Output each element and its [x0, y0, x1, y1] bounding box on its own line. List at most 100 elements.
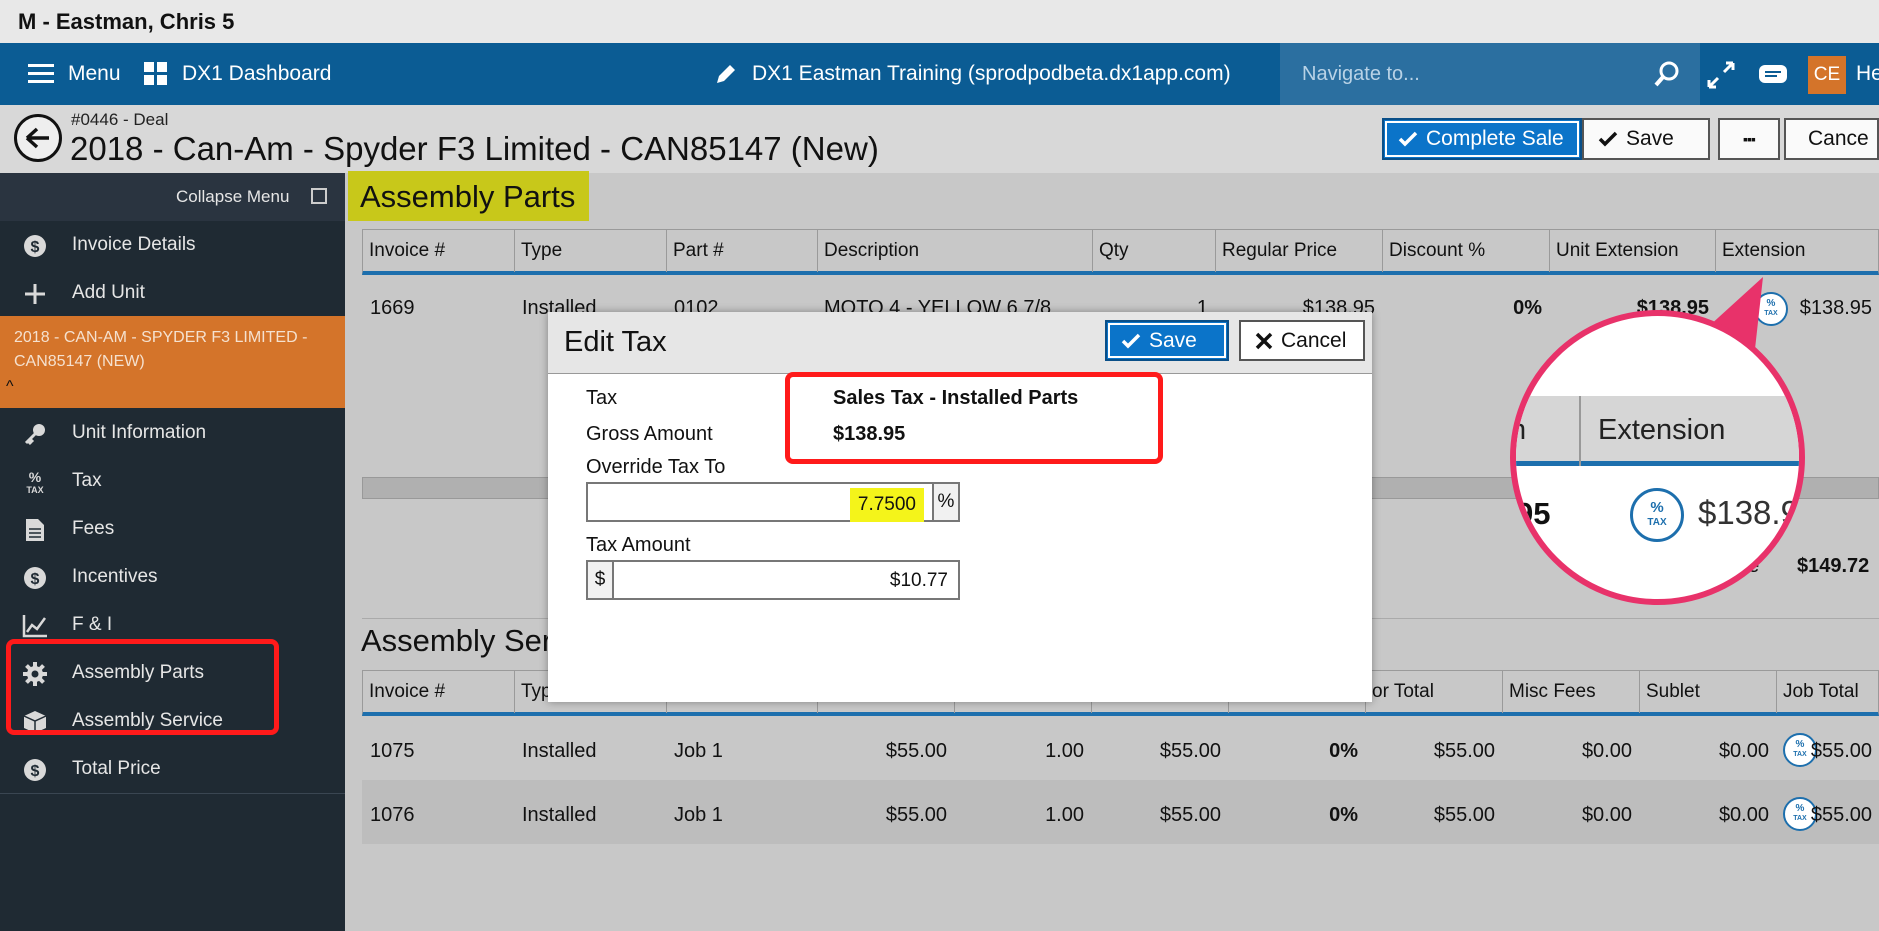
- svg-text:$: $: [31, 239, 40, 256]
- tax-icon-label: TAX: [1647, 517, 1667, 528]
- sidebar-item-total-price[interactable]: $ Total Price: [0, 745, 345, 793]
- expand-icon[interactable]: [1707, 61, 1735, 89]
- magnified-partial-value: 95: [1516, 496, 1551, 531]
- complete-sale-button[interactable]: Complete Sale: [1382, 118, 1582, 160]
- cell-invoice: 1669: [370, 297, 415, 319]
- svg-text:%: %: [29, 469, 42, 485]
- active-unit-label: 2018 - CAN-AM - SPYDER F3 LIMITED - CAN8…: [14, 329, 308, 370]
- cell-labor: $55.00: [1159, 804, 1221, 826]
- menu-label: Menu: [68, 62, 121, 85]
- dialog-cancel-button[interactable]: Cancel: [1239, 320, 1365, 361]
- assembly-service-table: Invoice # Typ or Total Misc Fees Sublet …: [362, 670, 1879, 925]
- chevron-up-icon[interactable]: ^: [6, 378, 14, 396]
- cell-labor-total: $55.00: [1433, 740, 1495, 762]
- column-header[interactable]: Description: [818, 230, 1093, 272]
- sidebar-active-unit[interactable]: 2018 - CAN-AM - SPYDER F3 LIMITED - CAN8…: [0, 316, 345, 408]
- tax-icon-percent: %: [1650, 499, 1664, 516]
- cell-invoice: 1076: [370, 804, 415, 826]
- table-row[interactable]: 1076 Installed Job 1 $55.00 1.00 $55.00 …: [362, 780, 1879, 844]
- tax-label: Tax: [586, 387, 618, 409]
- sidebar-item-add-unit[interactable]: Add Unit: [0, 269, 345, 317]
- column-header[interactable]: or Total: [1366, 671, 1503, 713]
- sidebar-item-unit-information[interactable]: Unit Information: [0, 409, 345, 457]
- svg-text:TAX: TAX: [26, 485, 43, 495]
- column-header[interactable]: Type: [515, 230, 667, 272]
- sidebar-item-label: Unit Information: [72, 422, 207, 443]
- tax-amount-value: $10.77: [889, 570, 948, 591]
- sidebar-item-label: Incentives: [72, 566, 158, 587]
- table-header: Invoice # Type Part # Description Qty Re…: [362, 229, 1879, 275]
- magnified-header: n Extension: [1516, 396, 1799, 466]
- cell-discount: 0%: [1329, 740, 1358, 762]
- annotation-highlight-box: [6, 639, 279, 735]
- cell-job: Job 1: [674, 804, 723, 826]
- collapse-menu[interactable]: Collapse Menu: [0, 173, 345, 221]
- annotation-highlight-box: [785, 372, 1163, 464]
- navigate-input[interactable]: [1302, 57, 1622, 91]
- save-button[interactable]: Save: [1582, 118, 1710, 160]
- assembly-parts-title: Assembly Parts: [348, 171, 590, 221]
- more-button[interactable]: ▪▪▪: [1718, 118, 1780, 160]
- column-header[interactable]: Extension: [1716, 230, 1879, 272]
- sidebar-item-label: Tax: [72, 470, 102, 491]
- magnified-tax-icon: % TAX: [1630, 488, 1684, 542]
- override-tax-input[interactable]: 7.7500 %: [586, 482, 960, 522]
- column-header[interactable]: Discount %: [1383, 230, 1550, 272]
- column-header[interactable]: Part #: [667, 230, 818, 272]
- sidebar-divider: [0, 793, 345, 794]
- override-tax-label: Override Tax To: [586, 456, 726, 478]
- edit-tax-dialog: Edit Tax Save Cancel Tax Sales Tax - Ins…: [548, 312, 1372, 702]
- cell-type: Installed: [522, 804, 597, 826]
- magnifier-callout: n Extension 95 % TAX $138.9: [1510, 310, 1805, 605]
- search-icon[interactable]: [1654, 61, 1680, 87]
- dashboard-button[interactable]: DX1 Dashboard: [144, 43, 331, 105]
- cell-invoice: 1075: [370, 740, 415, 762]
- cell-discount: 0%: [1329, 804, 1358, 826]
- save-label: Save: [1626, 127, 1674, 150]
- hamburger-icon: [28, 64, 54, 83]
- back-button[interactable]: [14, 114, 62, 162]
- column-header[interactable]: Job Total: [1777, 671, 1879, 713]
- window-title: M - Eastman, Chris 5: [18, 9, 235, 34]
- cancel-button[interactable]: Cance: [1784, 118, 1879, 160]
- plus-icon: [22, 281, 48, 307]
- dialog-save-button[interactable]: Save: [1105, 320, 1229, 361]
- cell-job-total: $55.00: [1810, 804, 1872, 826]
- dollar-circle-icon: $: [22, 233, 48, 259]
- column-header[interactable]: Invoice #: [363, 671, 515, 713]
- svg-text:$: $: [31, 763, 40, 780]
- collapse-icon: [311, 188, 327, 204]
- column-header[interactable]: Invoice #: [363, 230, 515, 272]
- tax-amount-input[interactable]: $ $10.77: [586, 560, 960, 600]
- key-icon: [22, 421, 48, 447]
- check-icon: [1121, 333, 1141, 348]
- menu-button[interactable]: Menu: [28, 43, 121, 105]
- column-header[interactable]: Sublet: [1640, 671, 1777, 713]
- section-title-assembly-service: Assembly Ser: [361, 623, 553, 658]
- cell-hours: 1.00: [1045, 804, 1084, 826]
- dialog-header: Edit Tax Save Cancel: [548, 312, 1372, 374]
- environment-button[interactable]: DX1 Eastman Training (sprodpodbeta.dx1ap…: [714, 43, 1231, 105]
- user-avatar[interactable]: CE: [1808, 56, 1846, 94]
- chart-icon: [22, 613, 48, 639]
- sidebar-item-tax[interactable]: % TAX Tax: [0, 457, 345, 505]
- cell-labor: $55.00: [1159, 740, 1221, 762]
- dollar-addon: $: [588, 562, 614, 598]
- help-link[interactable]: He: [1856, 43, 1879, 105]
- chat-icon[interactable]: [1758, 62, 1788, 88]
- complete-sale-label: Complete Sale: [1426, 127, 1564, 150]
- sidebar-item-fees[interactable]: Fees: [0, 505, 345, 553]
- table-row[interactable]: 1075 Installed Job 1 $55.00 1.00 $55.00 …: [362, 716, 1879, 780]
- column-header[interactable]: Unit Extension: [1550, 230, 1716, 272]
- sidebar-item-label: Add Unit: [72, 282, 145, 303]
- column-header[interactable]: Misc Fees: [1503, 671, 1640, 713]
- check-icon: [1598, 131, 1618, 147]
- magnified-extension-value: $138.9: [1698, 494, 1799, 531]
- sidebar-item-invoice-details[interactable]: $ Invoice Details: [0, 221, 345, 269]
- close-icon: [1255, 332, 1273, 349]
- column-header[interactable]: Regular Price: [1216, 230, 1383, 272]
- tax-amount-label: Tax Amount: [586, 534, 691, 556]
- column-header[interactable]: Qty: [1093, 230, 1216, 272]
- sidebar-item-incentives[interactable]: $ Incentives: [0, 553, 345, 601]
- dashboard-label: DX1 Dashboard: [182, 62, 332, 85]
